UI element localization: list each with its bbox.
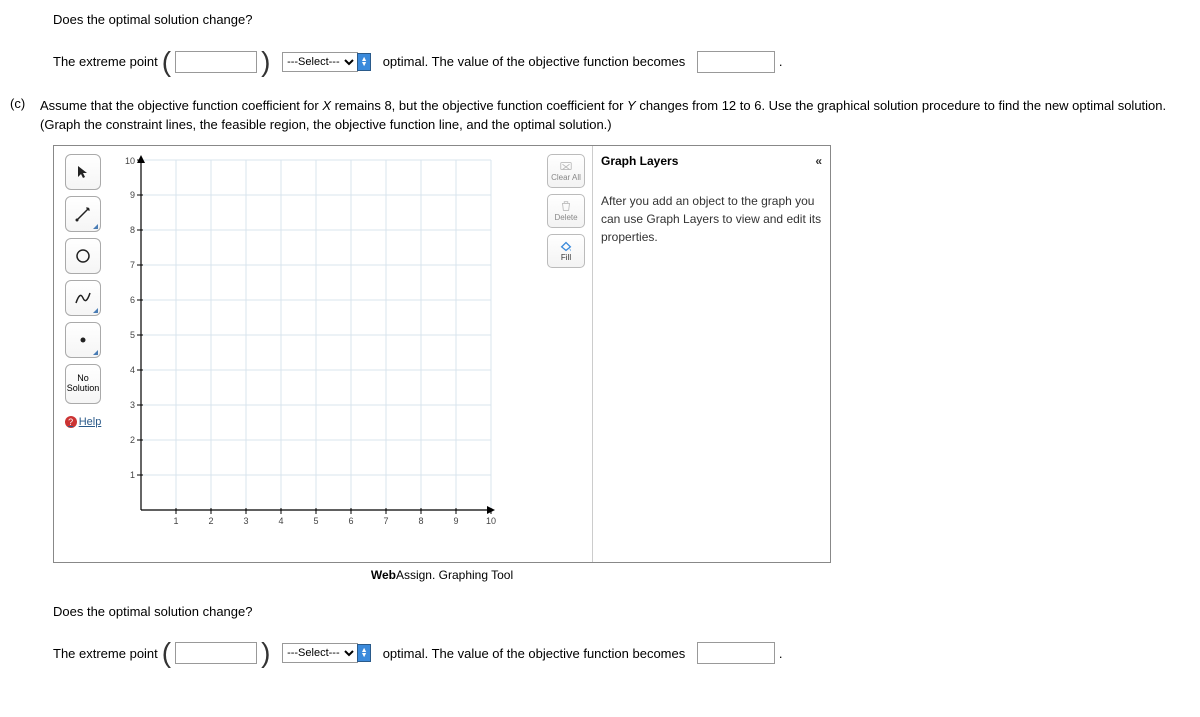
circle-tool-button[interactable] — [65, 238, 101, 274]
svg-text:6: 6 — [130, 295, 135, 305]
svg-text:9: 9 — [453, 516, 458, 526]
svg-text:9: 9 — [130, 190, 135, 200]
select-tool-button[interactable] — [65, 154, 101, 190]
svg-text:3: 3 — [130, 400, 135, 410]
extreme-point-label: The extreme point — [53, 54, 158, 69]
objective-value-input-2[interactable] — [697, 642, 775, 664]
question-change-2: Does the optimal solution change? — [53, 602, 1200, 622]
extreme-point-label-2: The extreme point — [53, 646, 158, 661]
paren-open-1: ( — [162, 48, 171, 76]
svg-text:10: 10 — [125, 156, 135, 166]
line-tool-button[interactable] — [65, 196, 101, 232]
svg-text:7: 7 — [130, 260, 135, 270]
no-solution-button[interactable]: No Solution — [65, 364, 101, 404]
collapse-panel-button[interactable]: « — [815, 154, 822, 168]
svg-text:5: 5 — [130, 330, 135, 340]
part-c-text: Assume that the objective function coeff… — [40, 96, 1200, 135]
svg-text:10: 10 — [486, 516, 496, 526]
part-c-label: (c) — [10, 96, 40, 111]
extreme-point-input-2[interactable] — [175, 642, 257, 664]
graph-layers-panel: Graph Layers « After you add an object t… — [592, 146, 830, 562]
paren-close-1: ) — [261, 48, 270, 76]
graphing-tool: No Solution ? Help — [53, 145, 831, 563]
paren-open-2: ( — [162, 639, 171, 667]
tool-corner-icon — [93, 224, 98, 229]
period-1: . — [779, 54, 783, 69]
answer-line-2: The extreme point ( ) ---Select--- ▲▼ op… — [53, 639, 1200, 667]
svg-text:1: 1 — [130, 470, 135, 480]
tool-corner-icon — [93, 350, 98, 355]
fill-button[interactable]: Fill — [547, 234, 585, 268]
optimal-text-2: optimal. The value of the objective func… — [383, 646, 686, 661]
svg-text:6: 6 — [348, 516, 353, 526]
optimal-select-1[interactable]: ---Select--- — [282, 52, 358, 72]
svg-text:7: 7 — [383, 516, 388, 526]
optimal-select-2[interactable]: ---Select--- — [282, 643, 358, 663]
svg-text:5: 5 — [313, 516, 318, 526]
layers-title: Graph Layers — [601, 154, 678, 168]
extreme-point-input-1[interactable] — [175, 51, 257, 73]
delete-button[interactable]: Delete — [547, 194, 585, 228]
help-icon: ? — [65, 416, 77, 428]
select-arrows-icon[interactable]: ▲▼ — [357, 53, 371, 71]
layers-body-text: After you add an object to the graph you… — [601, 192, 822, 246]
objective-value-input-1[interactable] — [697, 51, 775, 73]
question-change-1: Does the optimal solution change? — [53, 10, 1200, 30]
svg-text:3: 3 — [243, 516, 248, 526]
curve-tool-button[interactable] — [65, 280, 101, 316]
help-link[interactable]: ? Help — [65, 416, 102, 428]
optimal-text-1: optimal. The value of the objective func… — [383, 54, 686, 69]
svg-text:2: 2 — [130, 435, 135, 445]
svg-text:8: 8 — [130, 225, 135, 235]
tool-column: No Solution ? Help — [54, 146, 112, 436]
webassign-footer: WebAssign. Graphing Tool — [53, 563, 831, 582]
point-tool-button[interactable] — [65, 322, 101, 358]
svg-text:8: 8 — [418, 516, 423, 526]
paren-close-2: ) — [261, 639, 270, 667]
svg-text:2: 2 — [208, 516, 213, 526]
tool-corner-icon — [93, 308, 98, 313]
action-column: Clear All Delete Fill — [544, 146, 588, 276]
select-arrows-icon[interactable]: ▲▼ — [357, 644, 371, 662]
answer-line-1: The extreme point ( ) ---Select--- ▲▼ op… — [53, 48, 1200, 76]
svg-text:4: 4 — [130, 365, 135, 375]
svg-text:4: 4 — [278, 516, 283, 526]
svg-text:1: 1 — [173, 516, 178, 526]
graph-canvas[interactable]: 1 2 3 4 5 6 7 8 9 10 1 2 3 4 5 6 7 8 9 10 — [117, 154, 497, 534]
clear-all-button[interactable]: Clear All — [547, 154, 585, 188]
period-2: . — [779, 646, 783, 661]
